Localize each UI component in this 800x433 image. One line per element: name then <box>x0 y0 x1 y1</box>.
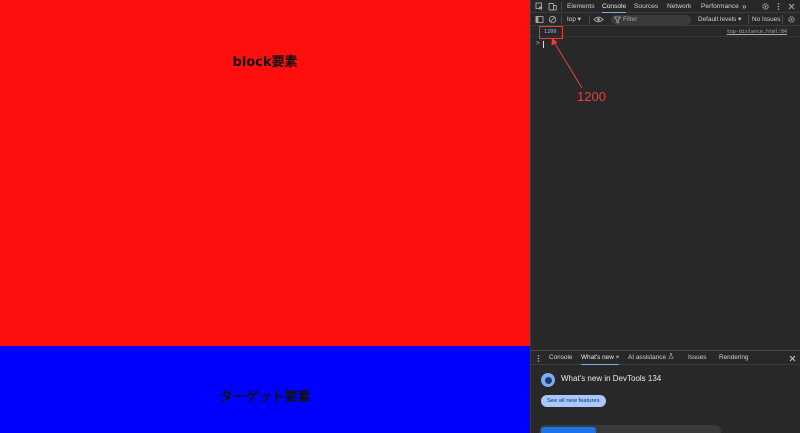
drawer-tab-console[interactable]: Console <box>549 351 572 365</box>
filter-placeholder: Filter <box>623 15 638 23</box>
context-selector[interactable]: top ▾ <box>567 13 581 26</box>
feature-card-image <box>541 427 596 433</box>
drawer-tab-issues[interactable]: Issues <box>688 351 706 365</box>
annotation-value-label: 1200 <box>577 89 606 104</box>
console-settings-gear-icon[interactable] <box>787 15 796 24</box>
drawer-tab-whats-new-label: What's new <box>581 354 614 361</box>
devtools-panel: Elements Console Sources Network Perform… <box>530 0 800 433</box>
tab-sources[interactable]: Sources <box>634 0 658 13</box>
kebab-menu-icon[interactable] <box>774 2 783 11</box>
filter-input[interactable]: Filter <box>611 14 691 25</box>
chrome-devtools-logo-icon <box>541 373 555 387</box>
drawer-tab-rendering[interactable]: Rendering <box>719 351 749 365</box>
toolbar-divider <box>748 15 749 24</box>
whats-new-title: What's new in DevTools 134 <box>561 374 662 383</box>
tab-network[interactable]: Network <box>667 0 691 13</box>
clear-console-icon[interactable] <box>548 15 557 24</box>
tab-performance[interactable]: Performance <box>701 0 739 13</box>
close-devtools-icon[interactable] <box>787 2 796 11</box>
log-source-link[interactable]: top-distance.html:84 <box>727 27 787 37</box>
toolbar-divider <box>561 2 562 11</box>
annotation-highlight-box <box>539 26 563 39</box>
filter-funnel-icon <box>613 16 622 24</box>
sidebar-toggle-icon[interactable] <box>535 15 544 24</box>
drawer-tab-ai-assistance[interactable]: AI assistance <box>628 351 674 365</box>
device-toolbar-icon[interactable] <box>548 2 557 11</box>
settings-gear-icon[interactable] <box>761 2 770 11</box>
tab-console[interactable]: Console <box>602 0 627 13</box>
toolbar-divider <box>782 15 783 24</box>
feature-card[interactable] <box>539 425 721 433</box>
target-element: ターゲット要素 <box>0 346 530 433</box>
log-levels-dropdown[interactable]: Default levels ▾ <box>698 13 741 26</box>
console-prompt-icon: > <box>536 39 541 47</box>
block-element: block要素 <box>0 0 530 346</box>
drawer-tab-bar: Console What's new × AI assistance Issue… <box>531 350 800 365</box>
drawer-tab-ai-assistance-label: AI assistance <box>628 354 667 361</box>
tab-elements[interactable]: Elements <box>567 0 595 13</box>
toolbar-divider <box>561 15 562 24</box>
block-element-label: block要素 <box>232 55 298 70</box>
toolbar-divider <box>589 15 590 24</box>
experimental-flask-icon <box>668 353 674 359</box>
console-log-row: 1200 top-distance.html:84 <box>531 27 800 37</box>
inspect-element-icon[interactable] <box>535 2 544 11</box>
close-drawer-icon[interactable] <box>788 354 797 363</box>
whats-new-panel: What's new in DevTools 134 See all new f… <box>531 365 800 433</box>
see-all-features-button[interactable]: See all new features <box>541 395 606 407</box>
devtools-main-toolbar: Elements Console Sources Network Perform… <box>531 0 800 13</box>
page-viewport: block要素 ターゲット要素 <box>0 0 530 433</box>
target-element-label: ターゲット要素 <box>219 390 311 405</box>
drawer-tab-whats-new[interactable]: What's new × <box>581 351 620 365</box>
issues-counter[interactable]: No Issues <box>752 13 780 26</box>
console-toolbar: top ▾ Filter Default levels ▾ No Issues <box>531 13 800 26</box>
drawer-tab-close-icon[interactable]: × <box>616 354 620 361</box>
console-output[interactable]: 1200 top-distance.html:84 > <box>531 26 800 349</box>
console-input-caret[interactable] <box>543 41 544 48</box>
drawer-menu-icon[interactable] <box>534 354 543 363</box>
more-tabs-icon[interactable]: » <box>742 0 746 13</box>
live-expression-eye-icon[interactable] <box>593 15 604 24</box>
